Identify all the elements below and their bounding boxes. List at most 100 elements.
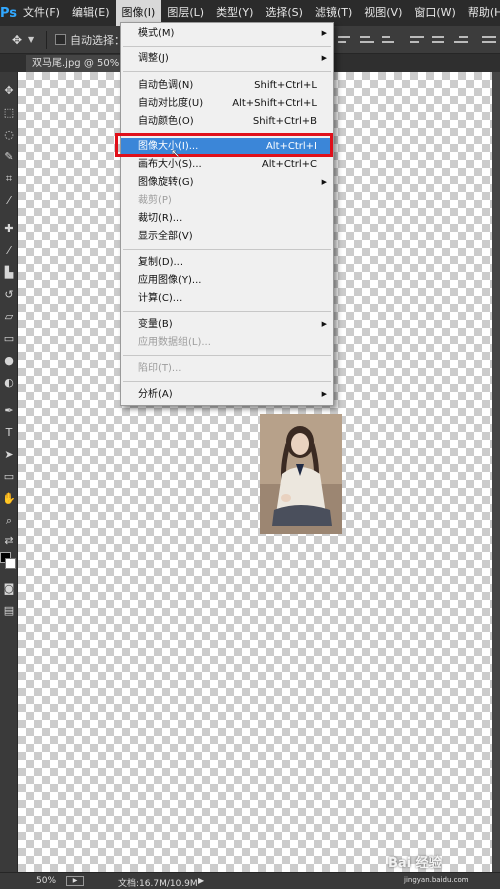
- menu-item-adjustments[interactable]: 调整(J) ▶: [121, 50, 333, 67]
- menu-item-auto-contrast[interactable]: 自动对比度(U) Alt+Shift+Ctrl+L: [121, 95, 333, 112]
- rectangle-icon[interactable]: ▭: [2, 470, 16, 484]
- auto-select-checkbox[interactable]: [55, 34, 66, 45]
- align-controls: [338, 30, 500, 48]
- marquee-icon[interactable]: ⬚: [2, 106, 16, 120]
- align-right-icon[interactable]: [454, 30, 470, 48]
- menu-item-duplicate[interactable]: 复制(D)...: [121, 254, 333, 271]
- align-center-icon[interactable]: [432, 30, 448, 48]
- menu-item-label: 自动颜色(O): [138, 116, 194, 127]
- menu-item-auto-tone[interactable]: 自动色调(N) Shift+Ctrl+L: [121, 77, 333, 94]
- menu-item-label: 变量(B): [138, 319, 173, 330]
- menu-item-label: 模式(M): [138, 28, 175, 39]
- menu-item-canvas-size[interactable]: 画布大小(S)... Alt+Ctrl+C: [121, 156, 333, 173]
- menu-item-label: 显示全部(V): [138, 231, 193, 242]
- menu-item-apply-data-set: 应用数据组(L)...: [121, 334, 333, 351]
- menu-item-label: 自动对比度(U): [138, 98, 204, 109]
- align-bottom-icon[interactable]: [382, 30, 398, 48]
- menu-edit[interactable]: 编辑(E): [66, 0, 116, 26]
- menu-item-label: 分析(A): [138, 389, 173, 400]
- menu-divider: [123, 381, 331, 382]
- healing-brush-icon[interactable]: ✚: [2, 222, 16, 236]
- quick-mask-icon[interactable]: ◙: [2, 582, 16, 596]
- status-menu-arrow-icon[interactable]: ▶: [198, 876, 204, 885]
- watermark-logo: Bai 经验: [388, 856, 442, 871]
- swap-colors-icon[interactable]: ⇄: [2, 534, 16, 548]
- history-brush-icon[interactable]: ↺: [2, 288, 16, 302]
- submenu-arrow-icon: ▶: [321, 320, 327, 328]
- menu-item-label: 裁切(R)...: [138, 213, 183, 224]
- tools-panel: ✥ ⬚ ◌ ✎ ⌗ ⁄ ✚ ⁄ ▙ ↺ ▱ ▭ ● ◐ ✒ T ➤ ▭ ✋ ⌕ …: [0, 72, 18, 872]
- align-left-icon[interactable]: [410, 30, 426, 48]
- menu-item-trap: 陷印(T)...: [121, 360, 333, 377]
- zoom-level[interactable]: 50%: [36, 876, 56, 886]
- menu-item-image-rotation[interactable]: 图像旋转(G) ▶: [121, 174, 333, 191]
- annotation-highlight-box: [115, 133, 333, 157]
- quick-select-icon[interactable]: ✎: [2, 150, 16, 164]
- canvas-photo: [260, 414, 342, 534]
- menu-item-shortcut: Shift+Ctrl+L: [254, 80, 317, 91]
- chevron-down-icon[interactable]: ▼: [28, 35, 38, 44]
- background-color-swatch[interactable]: [5, 558, 16, 569]
- menu-item-label: 复制(D)...: [138, 257, 184, 268]
- eraser-icon[interactable]: ▱: [2, 310, 16, 324]
- menu-item-label: 陷印(T)...: [138, 363, 182, 374]
- submenu-arrow-icon: ▶: [321, 178, 327, 186]
- menu-item-label: 画布大小(S)...: [138, 159, 202, 170]
- menu-divider: [123, 71, 331, 72]
- path-select-icon[interactable]: ➤: [2, 448, 16, 462]
- zoom-icon[interactable]: ⌕: [2, 514, 16, 528]
- photo-girl-illustration: [260, 414, 342, 534]
- menu-divider: [123, 311, 331, 312]
- menu-view[interactable]: 视图(V): [358, 0, 408, 26]
- menu-item-analysis[interactable]: 分析(A) ▶: [121, 386, 333, 403]
- move-tool-icon[interactable]: ✥: [6, 30, 28, 50]
- menu-item-label: 裁剪(P): [138, 195, 172, 206]
- photoshop-logo: Ps: [0, 5, 18, 21]
- menu-item-label: 应用图像(Y)...: [138, 275, 202, 286]
- menu-window[interactable]: 窗口(W): [408, 0, 461, 26]
- lasso-icon[interactable]: ◌: [2, 128, 16, 142]
- menu-divider: [123, 249, 331, 250]
- document-size-info: 文档:16.7M/10.9M: [118, 879, 198, 889]
- distribute-top-icon[interactable]: [482, 30, 498, 48]
- menu-item-auto-color[interactable]: 自动颜色(O) Shift+Ctrl+B: [121, 113, 333, 130]
- menu-item-label: 计算(C)...: [138, 293, 183, 304]
- menu-item-label: 应用数据组(L)...: [138, 337, 211, 348]
- menu-item-apply-image[interactable]: 应用图像(Y)...: [121, 272, 333, 289]
- align-middle-icon[interactable]: [360, 30, 376, 48]
- watermark-url: jingyan.baidu.com: [404, 876, 469, 884]
- menu-item-crop: 裁剪(P): [121, 192, 333, 209]
- menu-item-shortcut: Alt+Shift+Ctrl+L: [232, 98, 317, 109]
- gradient-icon[interactable]: ▭: [2, 332, 16, 346]
- menu-item-trim[interactable]: 裁切(R)...: [121, 210, 333, 227]
- menu-help[interactable]: 帮助(H): [462, 0, 500, 26]
- brush-icon[interactable]: ⁄: [2, 244, 16, 258]
- stamp-icon[interactable]: ▙: [2, 266, 16, 280]
- menu-item-shortcut: Alt+Ctrl+C: [261, 159, 317, 170]
- menu-item-shortcut: Shift+Ctrl+B: [252, 116, 317, 127]
- screen-mode-icon[interactable]: ▤: [2, 604, 16, 618]
- share-icon[interactable]: ▶: [66, 876, 84, 886]
- type-icon[interactable]: T: [2, 426, 16, 440]
- menu-item-variables[interactable]: 变量(B) ▶: [121, 316, 333, 333]
- menu-item-reveal-all[interactable]: 显示全部(V): [121, 228, 333, 245]
- submenu-arrow-icon: ▶: [321, 29, 327, 37]
- blur-icon[interactable]: ●: [2, 354, 16, 368]
- move-icon[interactable]: ✥: [2, 84, 16, 98]
- crop-icon[interactable]: ⌗: [2, 172, 16, 186]
- menu-divider: [123, 355, 331, 356]
- align-top-icon[interactable]: [338, 30, 354, 48]
- menu-item-mode[interactable]: 模式(M) ▶: [121, 25, 333, 42]
- menu-item-label: 图像旋转(G): [138, 177, 194, 188]
- eyedropper-icon[interactable]: ⁄: [2, 194, 16, 208]
- document-tab[interactable]: 双马尾.jpg @ 50%: [26, 55, 126, 72]
- hand-icon[interactable]: ✋: [2, 492, 16, 506]
- menu-item-calculations[interactable]: 计算(C)...: [121, 290, 333, 307]
- submenu-arrow-icon: ▶: [321, 54, 327, 62]
- dodge-icon[interactable]: ◐: [2, 376, 16, 390]
- divider: [46, 30, 47, 49]
- menu-file[interactable]: 文件(F): [17, 0, 66, 26]
- mouse-cursor-icon: ↖: [171, 147, 181, 160]
- pen-icon[interactable]: ✒: [2, 404, 16, 418]
- menu-divider: [123, 46, 331, 47]
